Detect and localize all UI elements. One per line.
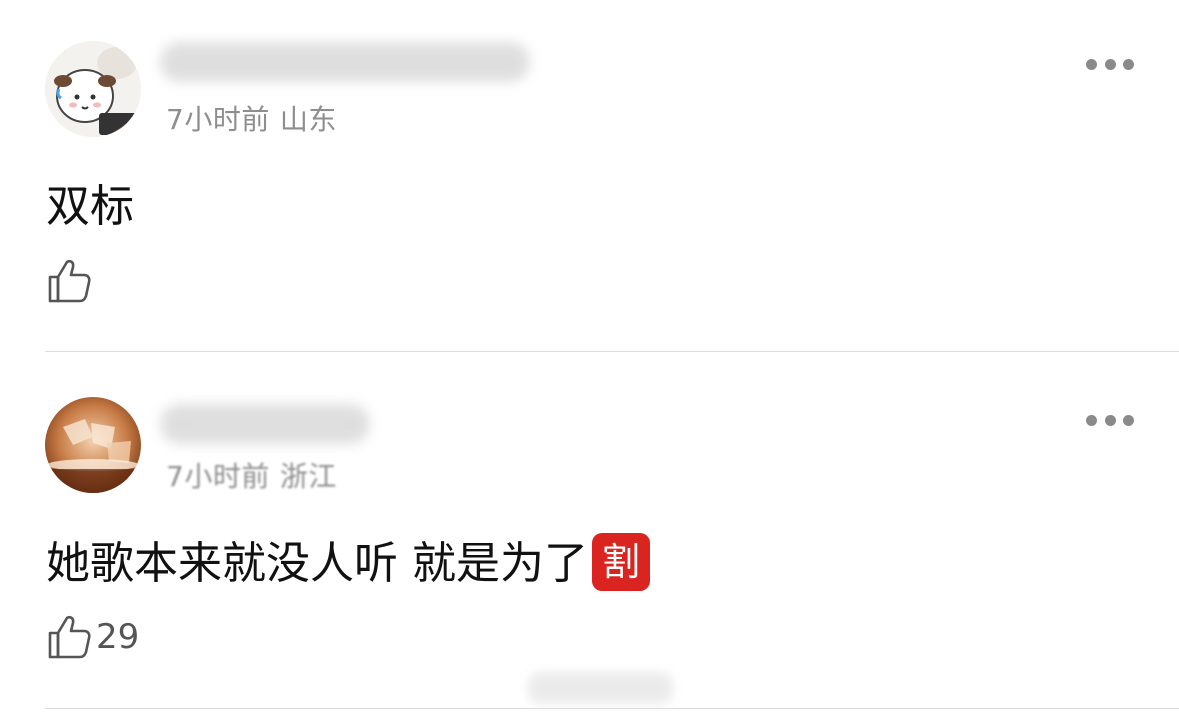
comment-time: 7小时前	[166, 103, 270, 136]
comment-location: 浙江	[279, 460, 337, 493]
thumbs-up-icon	[48, 615, 91, 659]
like-button[interactable]	[46, 258, 96, 304]
comment-text-container: 她歌本来就没人听 就是为了割	[46, 527, 650, 595]
more-dots-icon	[1123, 58, 1134, 70]
more-options-button[interactable]	[1086, 58, 1134, 70]
comment-location: 山东	[279, 103, 337, 136]
avatar[interactable]	[45, 41, 141, 137]
comment-time: 7小时前	[166, 460, 270, 493]
more-dots-icon	[1086, 414, 1097, 426]
username-redacted[interactable]	[160, 42, 530, 82]
more-dots-icon	[1123, 414, 1134, 426]
like-count: 29	[96, 617, 140, 657]
more-dots-icon	[1104, 414, 1116, 426]
avatar-ice-drink-image	[45, 397, 141, 493]
avatar[interactable]	[45, 397, 141, 493]
more-dots-icon	[1086, 58, 1097, 70]
comment-text: 她歌本来就没人听 就是为了	[46, 538, 588, 589]
more-dots-icon	[1104, 58, 1116, 70]
comment-meta: 7小时前 山东	[166, 98, 337, 138]
comment-text: 双标	[46, 181, 134, 232]
comment-item: 7小时前 山东 双标	[0, 0, 1179, 352]
comment-item: 7小时前 浙江 她歌本来就没人听 就是为了割 29	[0, 352, 1179, 710]
comment-meta: 7小时前 浙江	[166, 455, 337, 495]
divider	[45, 708, 1179, 709]
more-options-button[interactable]	[1086, 414, 1134, 426]
cut-emoji-icon: 割	[592, 533, 650, 591]
like-button[interactable]: 29	[46, 614, 139, 660]
watermark-redacted	[528, 672, 673, 704]
username-redacted[interactable]	[160, 404, 370, 444]
avatar-sheep-image	[45, 41, 141, 137]
thumbs-up-icon	[48, 259, 91, 303]
